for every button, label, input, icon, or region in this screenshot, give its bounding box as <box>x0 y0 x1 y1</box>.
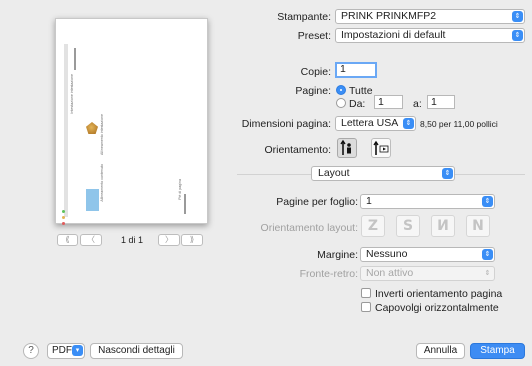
print-button[interactable]: Stampa <box>470 343 525 359</box>
reverse-orientation-label: Inverti orientamento pagina <box>375 288 503 300</box>
copies-field[interactable]: 1 <box>335 62 377 78</box>
preview-header-rule <box>74 48 76 70</box>
pages-label: Pagine: <box>295 85 331 97</box>
pages-to-field[interactable]: 1 <box>427 95 455 109</box>
layout-direction-s-button[interactable]: S <box>396 215 420 237</box>
chevron-updown-icon: ⇕ <box>484 270 491 277</box>
pdf-label: PDF <box>52 345 72 356</box>
chevron-updown-icon: ⇕ <box>482 249 493 260</box>
pages-per-sheet-value: 1 <box>366 195 372 207</box>
reverse-orientation-checkbox[interactable] <box>361 288 371 298</box>
preset-select[interactable]: Impostazioni di default ⇕ <box>335 28 525 43</box>
pages-range-radio[interactable] <box>336 98 346 108</box>
preview-logo-image <box>86 122 98 134</box>
pages-from-field[interactable]: 1 <box>374 95 403 109</box>
landscape-icon <box>373 140 389 155</box>
paper-size-info: 8,50 per 11,00 pollici <box>420 119 498 129</box>
pages-per-sheet-label: Pagine per foglio: <box>276 196 358 208</box>
preview-red-dot <box>62 222 65 225</box>
landscape-orientation-button[interactable] <box>371 138 391 158</box>
preview-yellow-dot <box>62 216 65 219</box>
previous-page-button[interactable]: 〈 <box>80 234 102 246</box>
chevron-updown-icon: ⇕ <box>482 196 493 207</box>
preview-page: Intestazione intestazione Allineamento i… <box>62 44 192 225</box>
page-preview: Intestazione intestazione Allineamento i… <box>55 18 208 225</box>
preview-footer-text: Piè di pagina <box>178 179 182 200</box>
preview-margin-strip <box>64 44 68 217</box>
orientation-label: Orientamento: <box>264 144 331 156</box>
chevron-down-icon: ▾ <box>72 345 83 356</box>
chevron-updown-icon: ⇕ <box>442 168 453 179</box>
chevron-updown-icon: ⇕ <box>512 11 523 22</box>
two-sided-value: Non attivo <box>366 267 414 279</box>
layout-direction-z-button[interactable]: Z <box>361 215 385 237</box>
paper-size-select[interactable]: Lettera USA ⇕ <box>335 116 416 131</box>
hide-details-button[interactable]: Nascondi dettagli <box>90 343 183 359</box>
first-page-button[interactable]: ⟪ <box>57 234 78 246</box>
paper-size-label: Dimensioni pagina: <box>241 118 331 130</box>
pages-all-radio[interactable] <box>336 85 346 95</box>
preset-label: Preset: <box>297 30 331 42</box>
next-page-button[interactable]: 〉 <box>158 234 180 246</box>
border-label: Margine: <box>317 249 358 261</box>
printer-select[interactable]: PRINK PRINKMFP2 ⇕ <box>335 9 525 24</box>
preview-header-text: Intestazione intestazione <box>70 74 74 114</box>
pdf-menu-button[interactable]: PDF ▾ <box>47 343 85 359</box>
preview-body-text-2: Allineamento contenuto <box>100 164 104 202</box>
last-page-button[interactable]: ⟫ <box>181 234 203 246</box>
flip-horizontal-checkbox[interactable] <box>361 302 371 312</box>
two-sided-label: Fronte-retro: <box>299 268 358 280</box>
section-value: Layout <box>318 167 350 179</box>
page-indicator: 1 di 1 <box>121 235 144 245</box>
printer-label: Stampante: <box>277 11 331 23</box>
chevron-updown-icon: ⇕ <box>512 30 523 41</box>
pages-all-label: Tutte <box>349 85 373 97</box>
chevron-updown-icon: ⇕ <box>403 118 414 129</box>
layout-direction-reverse-n-button[interactable]: И <box>431 215 455 237</box>
border-value: Nessuno <box>366 248 408 260</box>
two-sided-select[interactable]: Non attivo ⇕ <box>360 266 495 281</box>
pages-from-label: Da: <box>349 98 366 110</box>
layout-direction-n-button[interactable]: N <box>466 215 490 237</box>
help-button[interactable]: ? <box>23 343 39 359</box>
preview-green-dot <box>62 210 65 213</box>
flip-horizontal-label: Capovolgi orizzontalmente <box>375 302 499 314</box>
portrait-orientation-button[interactable] <box>337 138 357 158</box>
copies-label: Copie: <box>300 66 331 78</box>
preset-value: Impostazioni di default <box>341 29 446 41</box>
preview-photo-image <box>86 189 99 211</box>
border-select[interactable]: Nessuno ⇕ <box>360 247 495 262</box>
paper-size-value: Lettera USA <box>341 117 399 129</box>
pages-to-label: a: <box>413 98 422 110</box>
layout-direction-label: Orientamento layout: <box>260 222 358 234</box>
preview-body-text-1: Allineamento intestazione <box>100 114 104 155</box>
printer-value: PRINK PRINKMFP2 <box>341 10 437 22</box>
section-select[interactable]: Layout ⇕ <box>311 166 455 181</box>
portrait-icon <box>340 139 351 155</box>
cancel-button[interactable]: Annulla <box>416 343 465 359</box>
pages-per-sheet-select[interactable]: 1 ⇕ <box>360 194 495 209</box>
preview-footer-rule <box>184 194 186 214</box>
